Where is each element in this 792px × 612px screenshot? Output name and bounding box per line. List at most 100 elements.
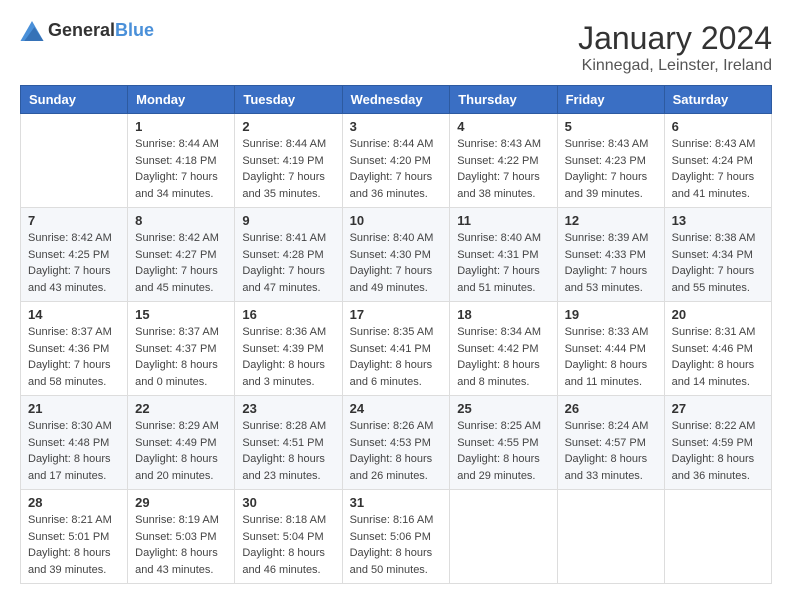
day-cell: 10 Sunrise: 8:40 AMSunset: 4:30 PMDayligh… <box>342 208 450 302</box>
day-cell: 28 Sunrise: 8:21 AMSunset: 5:01 PMDayligh… <box>21 490 128 584</box>
day-number: 16 <box>242 307 334 322</box>
day-number: 11 <box>457 213 549 228</box>
day-cell: 26 Sunrise: 8:24 AMSunset: 4:57 PMDayligh… <box>557 396 664 490</box>
header-saturday: Saturday <box>664 86 771 114</box>
day-number: 27 <box>672 401 764 416</box>
logo-text: GeneralBlue <box>48 20 154 41</box>
day-number: 1 <box>135 119 227 134</box>
day-number: 25 <box>457 401 549 416</box>
day-number: 20 <box>672 307 764 322</box>
day-number: 3 <box>350 119 443 134</box>
day-number: 6 <box>672 119 764 134</box>
header-monday: Monday <box>128 86 235 114</box>
day-cell: 20 Sunrise: 8:31 AMSunset: 4:46 PMDayligh… <box>664 302 771 396</box>
day-info: Sunrise: 8:44 AMSunset: 4:18 PMDaylight:… <box>135 136 227 202</box>
day-cell: 3 Sunrise: 8:44 AMSunset: 4:20 PMDaylight… <box>342 114 450 208</box>
day-cell: 22 Sunrise: 8:29 AMSunset: 4:49 PMDayligh… <box>128 396 235 490</box>
day-number: 7 <box>28 213 120 228</box>
day-info: Sunrise: 8:42 AMSunset: 4:27 PMDaylight:… <box>135 230 227 296</box>
logo-icon <box>20 21 44 41</box>
day-info: Sunrise: 8:31 AMSunset: 4:46 PMDaylight:… <box>672 324 764 390</box>
day-info: Sunrise: 8:33 AMSunset: 4:44 PMDaylight:… <box>565 324 657 390</box>
day-info: Sunrise: 8:26 AMSunset: 4:53 PMDaylight:… <box>350 418 443 484</box>
day-cell: 14Sunrise: 8:37 AMSunset: 4:36 PMDayligh… <box>21 302 128 396</box>
day-info: Sunrise: 8:40 AMSunset: 4:31 PMDaylight:… <box>457 230 549 296</box>
day-info: Sunrise: 8:36 AMSunset: 4:39 PMDaylight:… <box>242 324 334 390</box>
logo: GeneralBlue <box>20 20 154 41</box>
day-number: 28 <box>28 495 120 510</box>
logo-general: General <box>48 20 115 40</box>
day-cell: 30 Sunrise: 8:18 AMSunset: 5:04 PMDayligh… <box>235 490 342 584</box>
day-number: 30 <box>242 495 334 510</box>
day-number: 18 <box>457 307 549 322</box>
week-row-3: 14Sunrise: 8:37 AMSunset: 4:36 PMDayligh… <box>21 302 772 396</box>
day-info: Sunrise: 8:19 AMSunset: 5:03 PMDaylight:… <box>135 512 227 578</box>
day-number: 21 <box>28 401 120 416</box>
day-cell: 18 Sunrise: 8:34 AMSunset: 4:42 PMDayligh… <box>450 302 557 396</box>
day-number: 10 <box>350 213 443 228</box>
day-info: Sunrise: 8:42 AMSunset: 4:25 PMDaylight:… <box>28 230 120 296</box>
day-number: 24 <box>350 401 443 416</box>
day-cell: 27 Sunrise: 8:22 AMSunset: 4:59 PMDayligh… <box>664 396 771 490</box>
day-cell: 29Sunrise: 8:19 AMSunset: 5:03 PMDayligh… <box>128 490 235 584</box>
day-number: 4 <box>457 119 549 134</box>
day-info: Sunrise: 8:44 AMSunset: 4:20 PMDaylight:… <box>350 136 443 202</box>
day-cell: 6 Sunrise: 8:43 AMSunset: 4:24 PMDaylight… <box>664 114 771 208</box>
day-number: 13 <box>672 213 764 228</box>
day-info: Sunrise: 8:37 AMSunset: 4:36 PMDaylight:… <box>28 324 120 390</box>
day-cell <box>664 490 771 584</box>
day-info: Sunrise: 8:37 AMSunset: 4:37 PMDaylight:… <box>135 324 227 390</box>
day-info: Sunrise: 8:41 AMSunset: 4:28 PMDaylight:… <box>242 230 334 296</box>
day-cell: 4 Sunrise: 8:43 AMSunset: 4:22 PMDaylight… <box>450 114 557 208</box>
day-info: Sunrise: 8:44 AMSunset: 4:19 PMDaylight:… <box>242 136 334 202</box>
day-info: Sunrise: 8:24 AMSunset: 4:57 PMDaylight:… <box>565 418 657 484</box>
header-sunday: Sunday <box>21 86 128 114</box>
day-info: Sunrise: 8:28 AMSunset: 4:51 PMDaylight:… <box>242 418 334 484</box>
day-number: 2 <box>242 119 334 134</box>
day-cell: 23Sunrise: 8:28 AMSunset: 4:51 PMDayligh… <box>235 396 342 490</box>
day-info: Sunrise: 8:21 AMSunset: 5:01 PMDaylight:… <box>28 512 120 578</box>
day-info: Sunrise: 8:40 AMSunset: 4:30 PMDaylight:… <box>350 230 443 296</box>
day-cell: 21 Sunrise: 8:30 AMSunset: 4:48 PMDayligh… <box>21 396 128 490</box>
day-cell: 31Sunrise: 8:16 AMSunset: 5:06 PMDayligh… <box>342 490 450 584</box>
day-info: Sunrise: 8:34 AMSunset: 4:42 PMDaylight:… <box>457 324 549 390</box>
day-info: Sunrise: 8:29 AMSunset: 4:49 PMDaylight:… <box>135 418 227 484</box>
day-info: Sunrise: 8:35 AMSunset: 4:41 PMDaylight:… <box>350 324 443 390</box>
day-cell <box>557 490 664 584</box>
day-cell: 15Sunrise: 8:37 AMSunset: 4:37 PMDayligh… <box>128 302 235 396</box>
header-friday: Friday <box>557 86 664 114</box>
day-number: 22 <box>135 401 227 416</box>
page-header: GeneralBlue January 2024 Kinnegad, Leins… <box>20 20 772 75</box>
day-info: Sunrise: 8:25 AMSunset: 4:55 PMDaylight:… <box>457 418 549 484</box>
week-row-4: 21 Sunrise: 8:30 AMSunset: 4:48 PMDayligh… <box>21 396 772 490</box>
header-wednesday: Wednesday <box>342 86 450 114</box>
day-cell: 8 Sunrise: 8:42 AMSunset: 4:27 PMDaylight… <box>128 208 235 302</box>
month-title: January 2024 <box>578 20 772 57</box>
day-number: 5 <box>565 119 657 134</box>
day-cell: 11 Sunrise: 8:40 AMSunset: 4:31 PMDayligh… <box>450 208 557 302</box>
day-cell: 13 Sunrise: 8:38 AMSunset: 4:34 PMDayligh… <box>664 208 771 302</box>
day-cell: 12Sunrise: 8:39 AMSunset: 4:33 PMDayligh… <box>557 208 664 302</box>
day-info: Sunrise: 8:30 AMSunset: 4:48 PMDaylight:… <box>28 418 120 484</box>
day-info: Sunrise: 8:38 AMSunset: 4:34 PMDaylight:… <box>672 230 764 296</box>
day-number: 26 <box>565 401 657 416</box>
day-info: Sunrise: 8:43 AMSunset: 4:22 PMDaylight:… <box>457 136 549 202</box>
day-number: 9 <box>242 213 334 228</box>
week-row-2: 7 Sunrise: 8:42 AMSunset: 4:25 PMDaylight… <box>21 208 772 302</box>
week-row-1: 1 Sunrise: 8:44 AMSunset: 4:18 PMDaylight… <box>21 114 772 208</box>
location-title: Kinnegad, Leinster, Ireland <box>578 57 772 75</box>
day-info: Sunrise: 8:16 AMSunset: 5:06 PMDaylight:… <box>350 512 443 578</box>
day-cell: 19Sunrise: 8:33 AMSunset: 4:44 PMDayligh… <box>557 302 664 396</box>
day-cell: 25 Sunrise: 8:25 AMSunset: 4:55 PMDayligh… <box>450 396 557 490</box>
calendar-table: SundayMondayTuesdayWednesdayThursdayFrid… <box>20 85 772 584</box>
weekday-header-row: SundayMondayTuesdayWednesdayThursdayFrid… <box>21 86 772 114</box>
day-number: 8 <box>135 213 227 228</box>
day-cell: 7 Sunrise: 8:42 AMSunset: 4:25 PMDaylight… <box>21 208 128 302</box>
day-cell: 24 Sunrise: 8:26 AMSunset: 4:53 PMDayligh… <box>342 396 450 490</box>
day-info: Sunrise: 8:43 AMSunset: 4:24 PMDaylight:… <box>672 136 764 202</box>
day-cell: 2 Sunrise: 8:44 AMSunset: 4:19 PMDaylight… <box>235 114 342 208</box>
day-info: Sunrise: 8:43 AMSunset: 4:23 PMDaylight:… <box>565 136 657 202</box>
day-info: Sunrise: 8:22 AMSunset: 4:59 PMDaylight:… <box>672 418 764 484</box>
day-cell: 17Sunrise: 8:35 AMSunset: 4:41 PMDayligh… <box>342 302 450 396</box>
day-info: Sunrise: 8:18 AMSunset: 5:04 PMDaylight:… <box>242 512 334 578</box>
